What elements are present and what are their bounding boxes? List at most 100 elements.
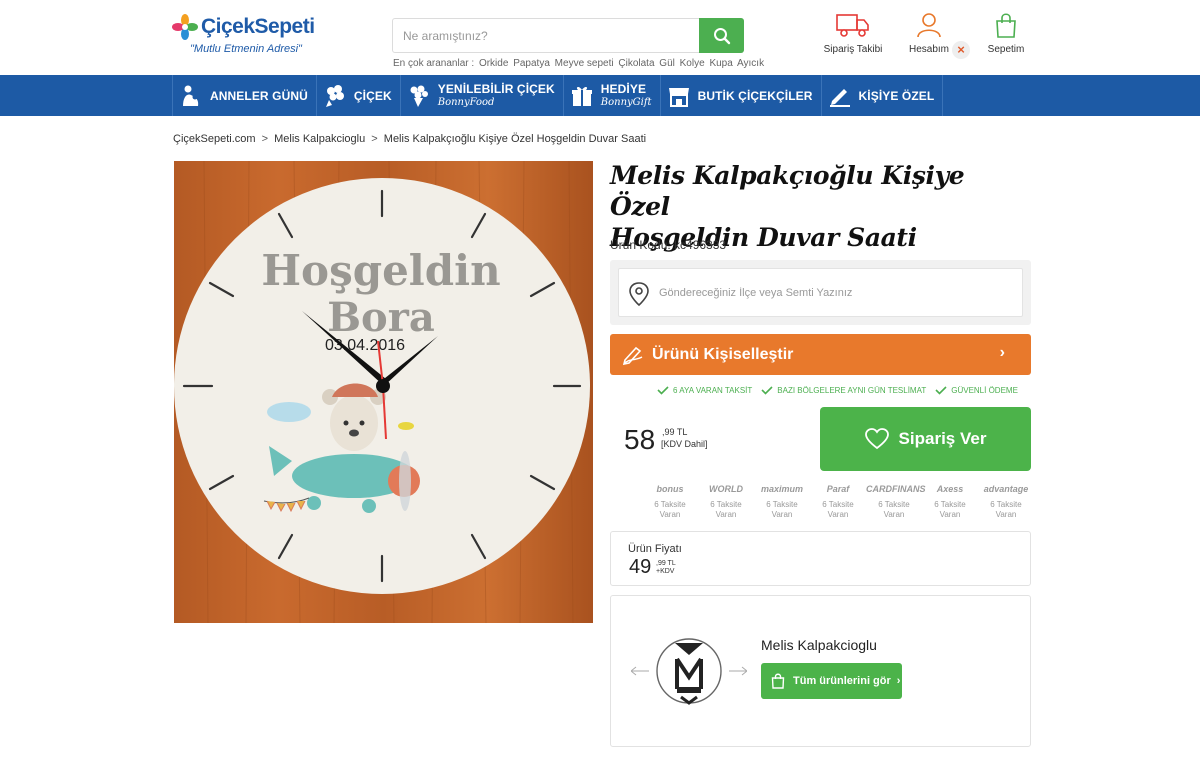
popular-term[interactable]: Kolye xyxy=(680,58,705,69)
card-installment-line2: Varan xyxy=(771,510,793,519)
nav-label: ÇİÇEK xyxy=(353,88,392,103)
pen-icon xyxy=(829,88,850,107)
shopping-bag-icon xyxy=(996,13,1016,38)
nav-label: YENİLEBİLİR ÇİÇEK xyxy=(437,81,555,96)
shop-icon xyxy=(668,87,689,107)
seller-box: Melis Kalpakcioglu Tüm ürünlerini gör › xyxy=(610,595,1031,747)
popular-term[interactable]: Orkide xyxy=(479,58,508,69)
feature-label: GÜVENLİ ÖDEME xyxy=(951,386,1018,395)
nav-item-yenilebilir-cicek[interactable]: YENİLEBİLİR ÇİÇEK BonnyFood xyxy=(401,75,564,116)
site-header: ÇiçekSepeti "Mutlu Etmenin Adresi" En ço… xyxy=(0,0,1200,75)
cart-link[interactable]: Sepetim xyxy=(985,12,1027,55)
personalize-button[interactable]: Ürünü Kişiselleştir › xyxy=(610,334,1031,375)
popular-term[interactable]: Ayıcık xyxy=(737,58,764,69)
clock-text-line1: Hoşgeldin xyxy=(261,246,500,295)
chevron-right-icon: › xyxy=(999,344,1005,361)
unit-price-label: Ürün Fiyatı xyxy=(628,543,682,555)
card-installment-line2: Varan xyxy=(939,510,961,519)
clock-text-line2: Bora xyxy=(327,294,434,341)
cart-label: Sepetim xyxy=(987,44,1025,55)
feature-label: BAZI BÖLGELERE AYNI GÜN TESLİMAT xyxy=(777,386,927,395)
price-vat-note: [KDV Dahil] xyxy=(661,439,708,449)
nav-label: ANNELER GÜNÜ xyxy=(210,88,308,103)
logo-slogan: "Mutlu Etmenin Adresi" xyxy=(190,43,302,55)
delivery-location-box xyxy=(610,260,1031,325)
popular-term[interactable]: Gül xyxy=(659,58,675,69)
nav-label: HEDİYE xyxy=(600,81,647,96)
seller-logo[interactable] xyxy=(631,631,747,711)
nav-item-cicek[interactable]: ÇİÇEK xyxy=(317,75,401,116)
popular-term[interactable]: Çikolata xyxy=(618,58,654,69)
popular-searches: En çok arananlar : Orkide Papatya Meyve … xyxy=(393,58,766,69)
order-tracking-link[interactable]: Sipariş Takibi xyxy=(822,12,884,55)
bouquet-icon xyxy=(325,84,344,107)
card-installment-line2: Varan xyxy=(715,510,737,519)
fruit-bouquet-icon xyxy=(410,85,428,107)
breadcrumb-item[interactable]: Melis Kalpakcioglu xyxy=(274,133,365,145)
card-installment-line1: 6 Taksite xyxy=(766,500,798,509)
unit-price-vat: +KDV xyxy=(656,568,675,575)
feature-item: 6 AYA VARAN TAKSİT xyxy=(657,386,752,395)
nav-item-anneler-gunu[interactable]: ANNELER GÜNÜ xyxy=(172,75,317,116)
breadcrumb-separator: > xyxy=(371,133,378,145)
nav-item-kisiye-ozel[interactable]: KİŞİYE ÖZEL xyxy=(822,75,944,116)
mother-child-icon xyxy=(183,85,199,106)
user-icon xyxy=(917,13,941,38)
seller-all-products-button[interactable]: Tüm ürünlerini gör › xyxy=(761,663,902,699)
unit-price-decimal-value: ,99 TL xyxy=(656,560,676,567)
order-tracking-label: Sipariş Takibi xyxy=(823,44,883,55)
main-nav: ANNELER GÜNÜ ÇİÇEK YENİLEBİLİR ÇİÇEK Bon… xyxy=(0,75,1200,116)
logo-flower-icon xyxy=(172,14,198,40)
search-box xyxy=(392,18,744,53)
close-icon[interactable]: × xyxy=(952,41,970,59)
card-installment-line2: Varan xyxy=(827,510,849,519)
order-button[interactable]: Sipariş Ver xyxy=(820,407,1031,471)
seller-all-products-label: Tüm ürünlerini gör xyxy=(793,675,891,687)
card-installment-line1: 6 Taksite xyxy=(934,500,966,509)
search-input[interactable] xyxy=(393,19,700,52)
breadcrumb-item[interactable]: ÇiçekSepeti.com xyxy=(173,133,256,145)
nav-item-hediye[interactable]: HEDİYE BonnyGift xyxy=(564,75,661,116)
feature-list: 6 AYA VARAN TAKSİT BAZI BÖLGELERE AYNI G… xyxy=(657,386,1027,395)
seller-name[interactable]: Melis Kalpakcioglu xyxy=(761,637,877,653)
nav-sublabel: BonnyFood xyxy=(437,96,495,108)
product-title-line1: Melis Kalpakçıoğlu Kişiye Özel xyxy=(610,161,965,221)
price-decimal: ,99 TL xyxy=(662,427,688,437)
delivery-location-input[interactable] xyxy=(659,269,1019,316)
popular-term[interactable]: Kupa xyxy=(709,58,732,69)
feature-label: 6 AYA VARAN TAKSİT xyxy=(673,386,753,395)
nav-item-butik-cicekciler[interactable]: BUTİK ÇİÇEKÇİLER xyxy=(661,75,822,116)
card-logo: bonus xyxy=(656,484,684,494)
delivery-truck-icon xyxy=(836,14,869,37)
installment-card: CARDFINANS 6 Taksite Varan xyxy=(866,484,926,520)
unit-price-integer: 49 xyxy=(629,556,652,578)
nav-sublabel: BonnyGift xyxy=(600,96,652,108)
installment-card: Axess 6 Taksite Varan xyxy=(922,484,978,520)
search-icon xyxy=(713,27,730,44)
pen-icon xyxy=(622,346,643,365)
feature-item: BAZI BÖLGELERE AYNI GÜN TESLİMAT xyxy=(761,386,926,395)
site-logo[interactable]: ÇiçekSepeti "Mutlu Etmenin Adresi" xyxy=(172,12,315,62)
breadcrumb: ÇiçekSepeti.com > Melis Kalpakcioglu > M… xyxy=(173,133,646,145)
product-image[interactable]: Hoşgeldin Bora 03.04.2016 xyxy=(174,161,593,623)
unit-price-box: Ürün Fiyatı 49 ,99 TL +KDV xyxy=(610,531,1031,586)
installment-card: Paraf 6 Taksite Varan xyxy=(810,484,866,520)
check-icon xyxy=(935,386,947,395)
popular-term[interactable]: Papatya xyxy=(513,58,550,69)
popular-searches-label: En çok arananlar : xyxy=(393,58,475,69)
installment-card: advantage 6 Taksite Varan xyxy=(978,484,1034,520)
nav-label: KİŞİYE ÖZEL xyxy=(858,88,935,103)
installment-card: WORLD 6 Taksite Varan xyxy=(698,484,754,520)
card-installment-line1: 6 Taksite xyxy=(990,500,1022,509)
card-logo: advantage xyxy=(983,484,1029,494)
logo-name: ÇiçekSepeti xyxy=(201,15,315,38)
card-logo: CARDFINANS xyxy=(866,484,926,494)
account-link[interactable]: Hesabım xyxy=(905,12,953,55)
popular-term[interactable]: Meyve sepeti xyxy=(555,58,614,69)
chevron-right-icon: › xyxy=(896,675,901,687)
order-button-label: Sipariş Ver xyxy=(898,429,987,448)
card-installment-line1: 6 Taksite xyxy=(710,500,742,509)
wall-clock-illustration: Hoşgeldin Bora 03.04.2016 xyxy=(174,161,593,623)
check-icon xyxy=(657,386,669,395)
search-button[interactable] xyxy=(699,18,744,53)
